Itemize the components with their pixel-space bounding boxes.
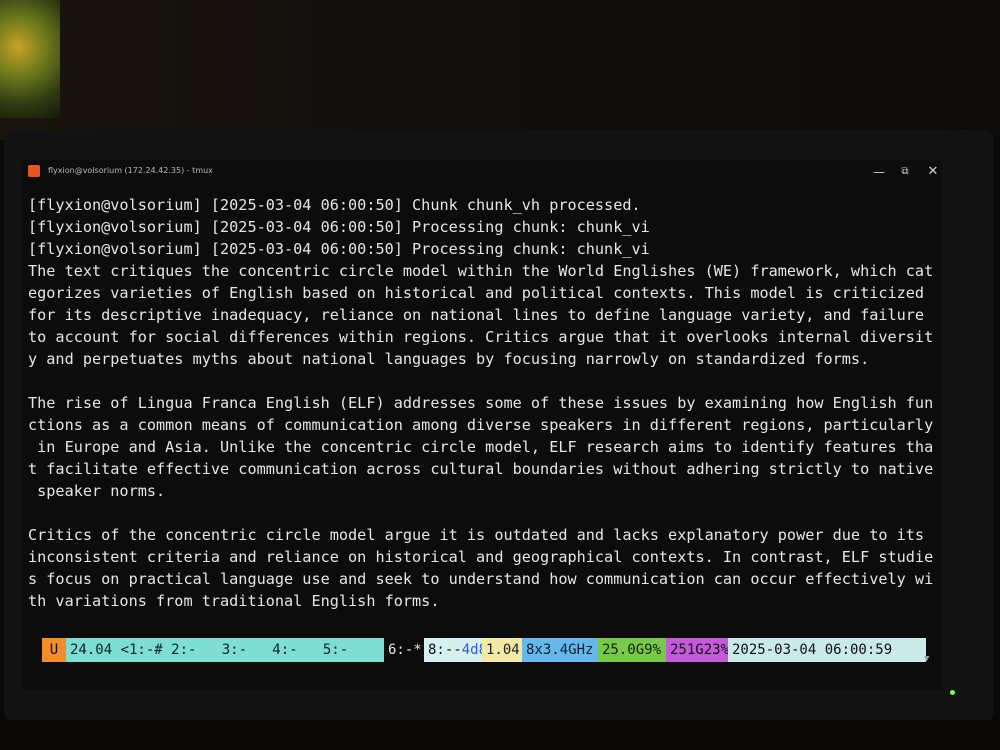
window-list[interactable]: 24.04 <1:-# 2:- 3:- 4:- 5:- xyxy=(66,638,428,662)
terminal-line: The rise of Lingua Franca English (ELF) … xyxy=(28,394,934,412)
window-8[interactable]: 8:--4d8h xyxy=(424,638,495,662)
terminal-line: [flyxion@volsorium] [2025-03-04 06:00:50… xyxy=(28,196,641,214)
memory-usage: 25.0G9% xyxy=(598,638,666,662)
window-title: flyxion@volsorium (172.24.42.35) - tmux xyxy=(48,166,213,175)
tmux-status-bar: U 24.04 <1:-# 2:- 3:- 4:- 5:- 6:-* 8:--4… xyxy=(22,638,942,662)
terminal-app-icon xyxy=(28,165,40,177)
terminal-line: egorizes varieties of English based on h… xyxy=(28,284,925,302)
status-clock: 2025-03-04 06:00:59 xyxy=(728,638,926,662)
terminal-line: s focus on practical language use and se… xyxy=(28,570,934,588)
power-led-icon xyxy=(950,690,955,695)
terminal-window[interactable]: flyxion@volsorium (172.24.42.35) - tmux … xyxy=(22,160,942,690)
close-button[interactable]: ✕ xyxy=(922,162,942,182)
terminal-line: th variations from traditional English f… xyxy=(28,592,440,610)
terminal-line: in Europe and Asia. Unlike the concentri… xyxy=(28,438,934,456)
terminal-line: Critics of the concentric circle model a… xyxy=(28,526,925,544)
session-indicator[interactable]: U xyxy=(42,638,66,662)
title-bar[interactable]: flyxion@volsorium (172.24.42.35) - tmux … xyxy=(22,160,942,184)
load-average: 1.04 xyxy=(482,638,522,662)
terminal-line: [flyxion@volsorium] [2025-03-04 06:00:50… xyxy=(28,218,650,236)
terminal-line: inconsistent criteria and reliance on hi… xyxy=(28,548,934,566)
terminal-line: speaker norms. xyxy=(28,482,166,500)
active-window[interactable]: 6:-* xyxy=(384,638,424,662)
terminal-line: to account for social differences within… xyxy=(28,328,934,346)
minimize-button[interactable]: — xyxy=(868,162,890,182)
status-bar-padding xyxy=(22,662,942,690)
disk-usage: 251G23% xyxy=(666,638,729,662)
maximize-button[interactable]: ⧉ xyxy=(894,162,916,182)
terminal-line: t facilitate effective communication acr… xyxy=(28,460,934,478)
window-8-label: 8:-- xyxy=(428,642,462,658)
background-wall xyxy=(0,0,1000,140)
terminal-output[interactable]: [flyxion@volsorium] [2025-03-04 06:00:50… xyxy=(28,194,940,612)
terminal-line: ctions as a common means of communicatio… xyxy=(28,416,934,434)
terminal-line: [flyxion@volsorium] [2025-03-04 06:00:50… xyxy=(28,240,650,258)
cpu-info: 8x3.4GHz xyxy=(522,638,598,662)
terminal-line: for its descriptive inadequacy, reliance… xyxy=(28,306,925,324)
terminal-line: y and perpetuates myths about national l… xyxy=(28,350,870,368)
monitor-stand xyxy=(0,720,1000,750)
terminal-line: The text critiques the concentric circle… xyxy=(28,262,934,280)
background-plant xyxy=(0,0,60,118)
